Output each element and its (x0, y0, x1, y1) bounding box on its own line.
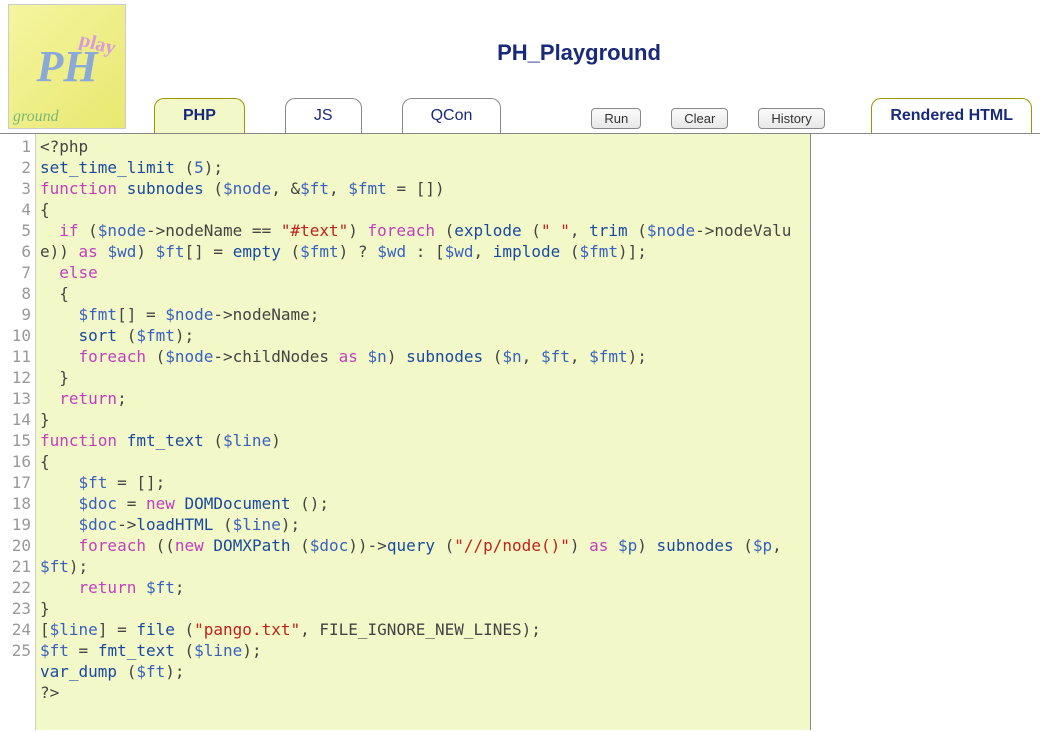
main-area: 1234567891011121314151617181920212223242… (0, 133, 1040, 730)
code-content[interactable]: <?phpset_time_limit (5);function subnode… (36, 134, 810, 730)
rendered-output (810, 134, 1040, 730)
tab-bar: PHP JS QCon Run Clear History Rendered H… (146, 97, 1040, 133)
code-editor[interactable]: 1234567891011121314151617181920212223242… (0, 134, 810, 730)
tab-js[interactable]: JS (285, 98, 362, 133)
clear-button[interactable]: Clear (671, 108, 728, 129)
logo: PH play ground (8, 4, 126, 129)
logo-ground: ground (13, 108, 59, 126)
toolbar: Run Clear History (591, 108, 824, 133)
page-title: PH_Playground (126, 4, 1032, 66)
run-button[interactable]: Run (591, 108, 641, 129)
tab-qcon[interactable]: QCon (402, 98, 502, 133)
history-button[interactable]: History (758, 108, 824, 129)
tab-rendered-html[interactable]: Rendered HTML (871, 98, 1032, 133)
tab-php[interactable]: PHP (154, 98, 245, 133)
line-gutter: 1234567891011121314151617181920212223242… (0, 134, 36, 730)
